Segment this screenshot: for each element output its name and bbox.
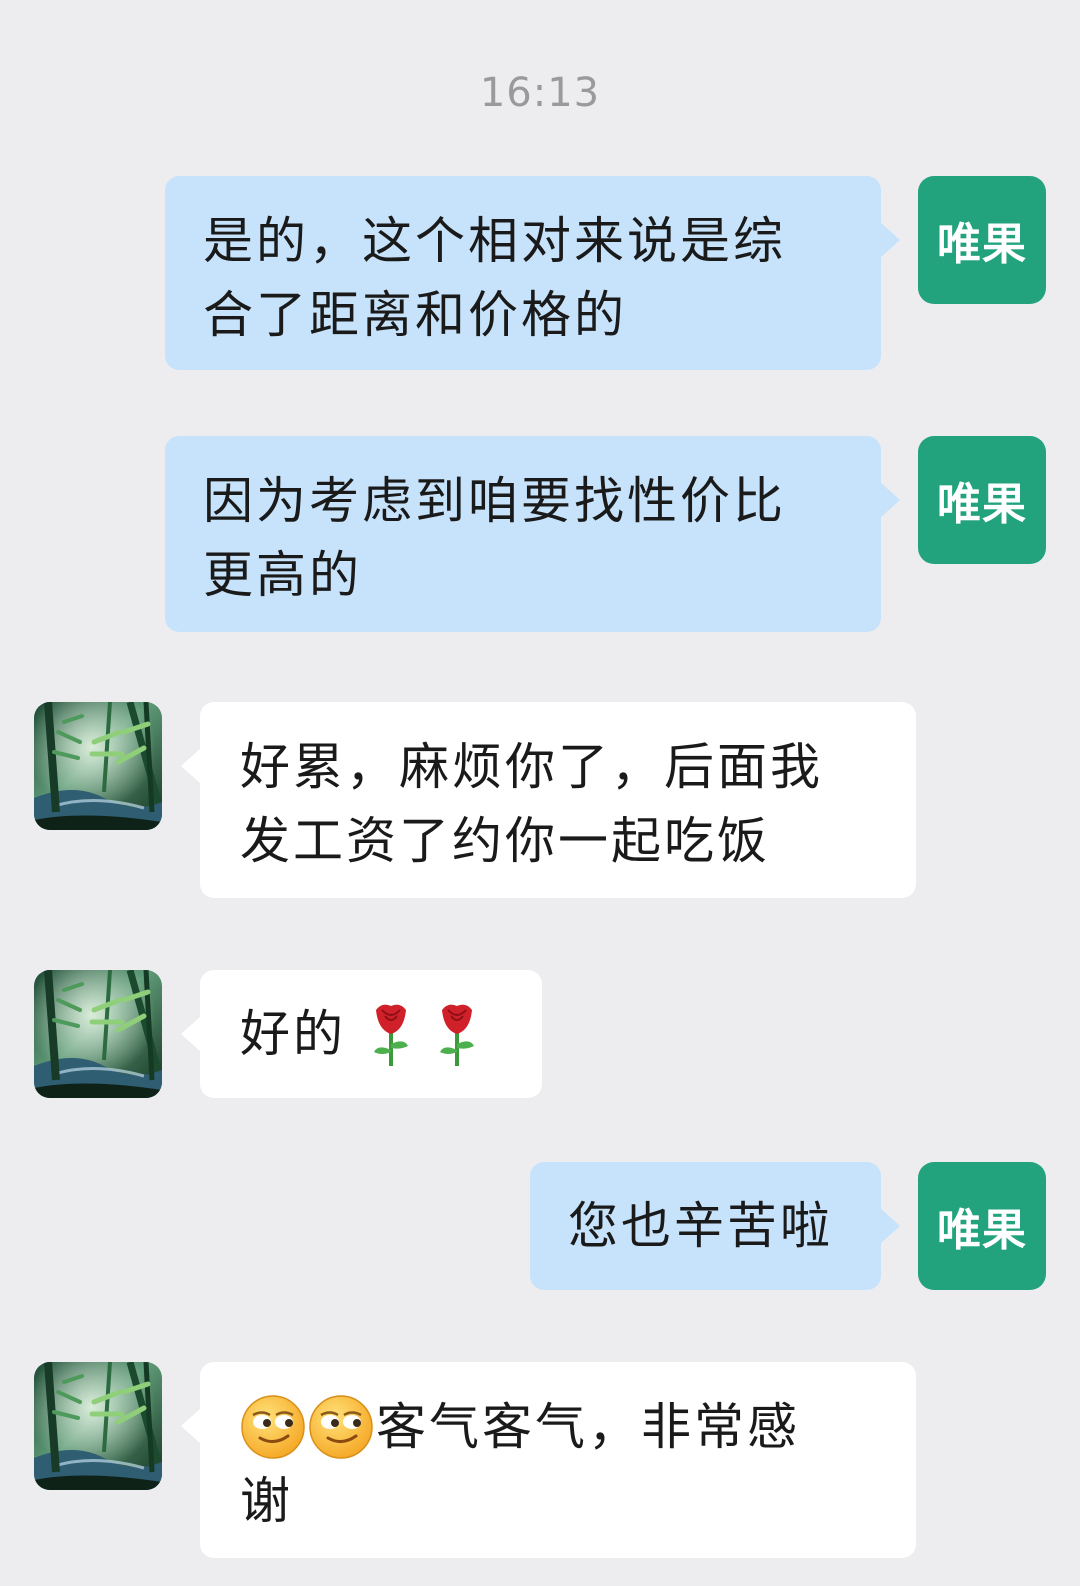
bamboo-forest-avatar-icon [34, 1362, 162, 1490]
message-bubble-incoming[interactable]: 客气客气，非常感 谢 [181, 1362, 916, 1558]
message-line: 谢 [240, 1472, 293, 1530]
message-bubble-incoming[interactable]: 好的 [181, 970, 542, 1098]
smirk-face-icon [308, 1394, 374, 1460]
timestamp: 16:13 [479, 70, 601, 116]
message-bubble-outgoing[interactable]: 您也辛苦啦 [530, 1162, 900, 1290]
contact-avatar[interactable] [34, 702, 162, 830]
message-line: 合了距离和价格的 [203, 286, 627, 344]
message-line: 发工资了约你一起吃饭 [240, 812, 770, 870]
contact-avatar[interactable] [34, 1362, 162, 1490]
bamboo-forest-avatar-icon [34, 970, 162, 1098]
message-line: 客气客气，非常感 [376, 1398, 800, 1456]
smirk-face-icon [240, 1394, 306, 1460]
message-line: 是的，这个相对来说是综 [203, 212, 786, 270]
message-line: 因为考虑到咱要找性价比 [203, 472, 786, 530]
message-text: 您也辛苦啦 [568, 1197, 833, 1255]
my-avatar[interactable]: 唯果 [918, 176, 1046, 304]
message-bubble-incoming[interactable]: 好累，麻烦你了，后面我 发工资了约你一起吃饭 [181, 702, 916, 898]
message-bubble-outgoing[interactable]: 是的，这个相对来说是综 合了距离和价格的 [165, 176, 900, 370]
rose-icon [436, 1000, 478, 1068]
bamboo-forest-avatar-icon [34, 702, 162, 830]
my-avatar[interactable]: 唯果 [918, 436, 1046, 564]
message-text: 好的 [240, 1005, 346, 1063]
message-bubble-outgoing[interactable]: 因为考虑到咱要找性价比 更高的 [165, 436, 900, 632]
contact-avatar[interactable] [34, 970, 162, 1098]
message-line: 更高的 [203, 546, 362, 604]
rose-icon [370, 1000, 412, 1068]
message-line: 好累，麻烦你了，后面我 [240, 738, 823, 796]
my-avatar[interactable]: 唯果 [918, 1162, 1046, 1290]
